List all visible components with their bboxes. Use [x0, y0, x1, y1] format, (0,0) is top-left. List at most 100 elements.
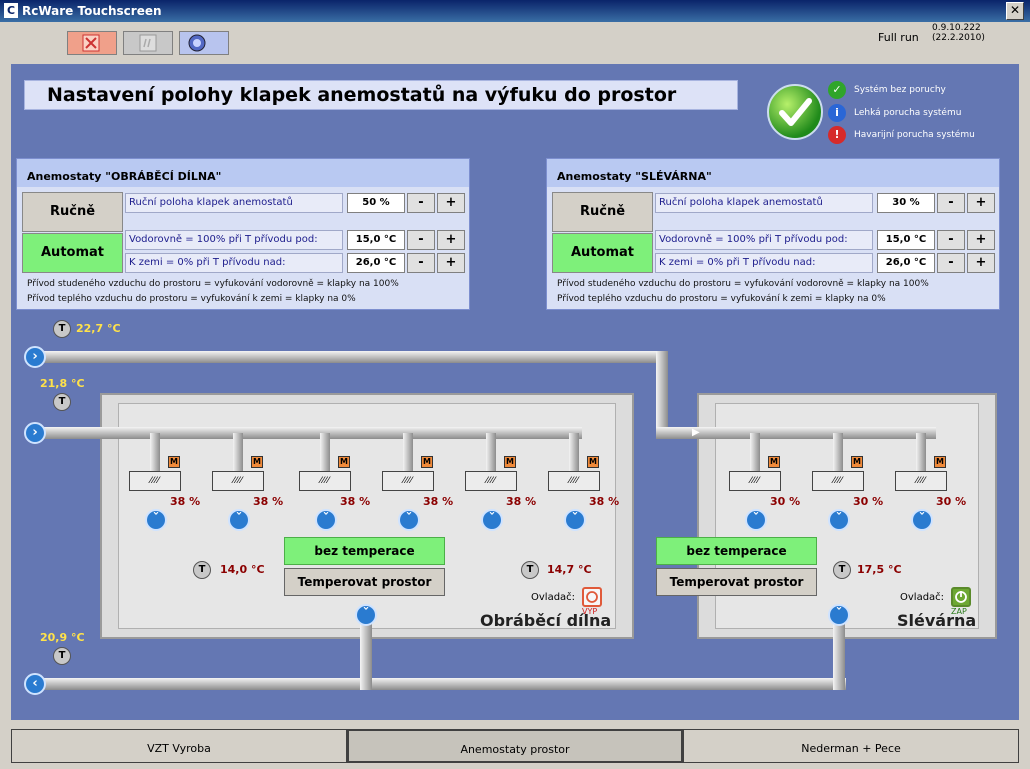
- ground-temp-plus[interactable]: +: [967, 253, 995, 273]
- damper[interactable]: ⁄⁄⁄⁄: [129, 471, 181, 491]
- damper-percent: 38 %: [589, 495, 620, 508]
- window-title: RcWare Touchscreen: [22, 4, 162, 18]
- motor-icon: M: [251, 456, 263, 468]
- panel-note: Přívod teplého vzduchu do prostoru = vyf…: [557, 294, 886, 304]
- outlet-down-icon: ˇ: [828, 604, 850, 626]
- return-pipe: [36, 678, 846, 690]
- legend-ok-label: Systém bez poruchy: [854, 85, 946, 95]
- top-pipe-down: [656, 351, 668, 439]
- horizontal-temp-label: Vodorovně = 100% při T přívodu pod:: [125, 230, 343, 250]
- manual-position-minus[interactable]: -: [937, 193, 965, 213]
- tab-anemostaty-prostor[interactable]: Anemostaty prostor: [347, 729, 683, 763]
- pause-icon: [139, 34, 157, 52]
- horizontal-temp-value: 15,0 °C: [347, 230, 405, 250]
- room1-temp-right: 14,7 °C: [547, 563, 592, 576]
- damper-percent: 38 %: [253, 495, 284, 508]
- drop-pipe: [833, 433, 843, 473]
- room2-temp: 17,5 °C: [857, 563, 902, 576]
- room1-temper-status: bez temperace: [284, 537, 445, 565]
- room1-temper-button[interactable]: Temperovat prostor: [284, 568, 445, 596]
- drop-pipe: [233, 433, 243, 473]
- drop-pipe: [569, 433, 579, 473]
- window-titlebar: C RcWare Touchscreen ✕: [0, 0, 1030, 22]
- manual-position-value: 30 %: [877, 193, 935, 213]
- system-ok-icon: [767, 84, 823, 140]
- drop-pipe: [320, 433, 330, 473]
- legend-alert-icon: !: [828, 126, 846, 144]
- manual-mode-button[interactable]: Ručně: [22, 192, 123, 232]
- damper-percent: 38 %: [506, 495, 537, 508]
- legend-critical-label: Havarijní porucha systému: [854, 130, 975, 140]
- damper[interactable]: ⁄⁄⁄⁄: [548, 471, 600, 491]
- panel-slevarna: Anemostaty "SLÉVÁRNA" Ručně Automat Ručn…: [546, 158, 1000, 310]
- damper-percent: 30 %: [853, 495, 884, 508]
- damper[interactable]: ⁄⁄⁄⁄: [465, 471, 517, 491]
- motor-icon: M: [851, 456, 863, 468]
- damper[interactable]: ⁄⁄⁄⁄: [812, 471, 864, 491]
- inlet-arrow-icon: ›: [24, 346, 46, 368]
- damper[interactable]: ⁄⁄⁄⁄: [729, 471, 781, 491]
- motor-icon: M: [587, 456, 599, 468]
- ground-temp-label: K zemi = 0% při T přívodu nad:: [125, 253, 343, 273]
- room2-controller-label: Ovladač:: [900, 592, 945, 603]
- motor-icon: M: [934, 456, 946, 468]
- manual-position-plus[interactable]: +: [967, 193, 995, 213]
- auto-mode-button[interactable]: Automat: [22, 233, 123, 273]
- damper-percent: 38 %: [170, 495, 201, 508]
- ground-temp-label: K zemi = 0% při T přívodu nad:: [655, 253, 873, 273]
- ground-temp-minus[interactable]: -: [407, 253, 435, 273]
- damper[interactable]: ⁄⁄⁄⁄: [299, 471, 351, 491]
- tab-nederman-pece[interactable]: Nederman + Pece: [683, 729, 1019, 763]
- auto-mode-button[interactable]: Automat: [552, 233, 653, 273]
- supply-pipe: [36, 427, 582, 439]
- app-icon: C: [4, 3, 18, 18]
- temp-sensor-icon: T: [193, 561, 211, 579]
- damper[interactable]: ⁄⁄⁄⁄: [212, 471, 264, 491]
- power-off-icon[interactable]: [582, 587, 602, 607]
- tab-vzt-vyroba[interactable]: VZT Vyroba: [11, 729, 347, 763]
- room2-temper-button[interactable]: Temperovat prostor: [656, 568, 817, 596]
- motor-icon: M: [768, 456, 780, 468]
- outlet-down-icon: ˇ: [745, 509, 767, 531]
- power-on-icon[interactable]: [951, 587, 971, 607]
- top-air-temp: 22,7 °C: [76, 322, 121, 335]
- panel-title: Anemostaty "OBRÁBĚCÍ DÍLNA": [17, 159, 469, 187]
- manual-mode-button[interactable]: Ručně: [552, 192, 653, 232]
- motor-icon: M: [338, 456, 350, 468]
- version-label: 0.9.10.222 (22.2.2010): [932, 23, 985, 43]
- manual-position-label: Ruční poloha klapek anemostatů: [125, 193, 343, 213]
- manual-position-plus[interactable]: +: [437, 193, 465, 213]
- manual-position-minus[interactable]: -: [407, 193, 435, 213]
- stop-button[interactable]: [67, 31, 117, 55]
- motor-icon: M: [168, 456, 180, 468]
- room2-name: Slévárna: [897, 611, 977, 630]
- horizontal-temp-minus[interactable]: -: [937, 230, 965, 250]
- panel-obrabeci: Anemostaty "OBRÁBĚCÍ DÍLNA" Ručně Automa…: [16, 158, 470, 310]
- horizontal-temp-plus[interactable]: +: [437, 230, 465, 250]
- room1-temp-left: 14,0 °C: [220, 563, 265, 576]
- outlet-down-icon: ˇ: [145, 509, 167, 531]
- page-tabs: VZT Vyroba Anemostaty prostor Nederman +…: [11, 729, 1019, 763]
- settings-button[interactable]: [179, 31, 229, 55]
- outlet-down-icon: ˇ: [911, 509, 933, 531]
- ground-temp-minus[interactable]: -: [937, 253, 965, 273]
- horizontal-temp-plus[interactable]: +: [967, 230, 995, 250]
- legend-info-icon: i: [828, 104, 846, 122]
- window-close-button[interactable]: ✕: [1006, 2, 1024, 20]
- pause-button[interactable]: [123, 31, 173, 55]
- panel-note: Přívod studeného vzduchu do prostoru = v…: [27, 279, 399, 289]
- damper-percent: 38 %: [423, 495, 454, 508]
- ground-temp-value: 26,0 °C: [877, 253, 935, 273]
- panel-title: Anemostaty "SLÉVÁRNA": [547, 159, 999, 187]
- temp-sensor-icon: T: [53, 647, 71, 665]
- clock-icon: [188, 34, 206, 52]
- damper[interactable]: ⁄⁄⁄⁄: [895, 471, 947, 491]
- manual-position-value: 50 %: [347, 193, 405, 213]
- panel-note: Přívod teplého vzduchu do prostoru = vyf…: [27, 294, 356, 304]
- page-title: Nastavení polohy klapek anemostatů na vý…: [24, 80, 738, 110]
- horizontal-temp-minus[interactable]: -: [407, 230, 435, 250]
- outlet-arrow-icon: ‹: [24, 673, 46, 695]
- ground-temp-plus[interactable]: +: [437, 253, 465, 273]
- damper[interactable]: ⁄⁄⁄⁄: [382, 471, 434, 491]
- outlet-down-icon: ˇ: [398, 509, 420, 531]
